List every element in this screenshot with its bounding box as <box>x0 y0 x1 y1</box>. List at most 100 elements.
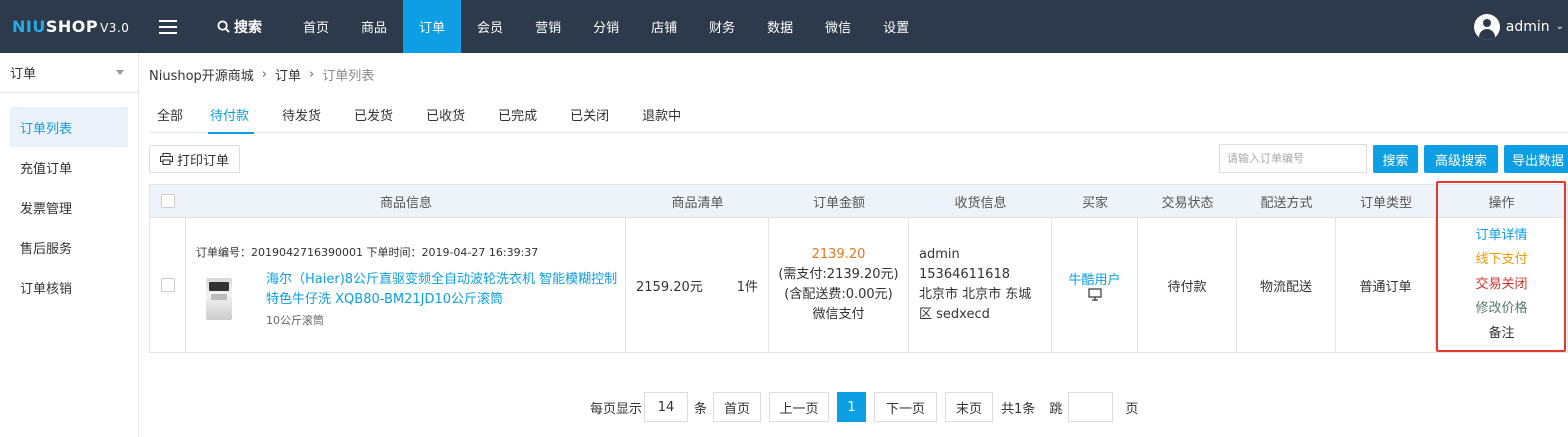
jump-page-input[interactable] <box>1068 392 1114 422</box>
sidebar-item-invoice[interactable]: 发票管理 <box>10 187 128 227</box>
header-checkbox-cell <box>150 185 186 218</box>
order-amount-cell: 2139.20 (需支付:2139.20元) (含配送费:0.00元) 微信支付 <box>769 218 909 352</box>
top-navbar: NIU SHOP V3.0 搜索 首页 商品 订单 会员 营销 分销 店铺 财务 数… <box>0 0 1568 53</box>
breadcrumb-current: 订单列表 <box>322 68 375 84</box>
header-goods-list: 商品清单 <box>671 195 724 211</box>
sidebar-header[interactable]: 订单 <box>0 53 138 93</box>
buyer-cell: 牛酷用户 <box>1052 218 1138 352</box>
logo[interactable]: NIU SHOP V3.0 <box>0 0 139 53</box>
delivery-method-cell: 物流配送 <box>1237 218 1336 352</box>
shipping-info-cell: admin 15364611618 北京市 北京市 东城 区 sedxecd <box>909 218 1052 352</box>
breadcrumb: Niushop开源商城 › 订单 › 订单列表 <box>149 53 1568 95</box>
nav-members[interactable]: 会员 <box>461 0 519 53</box>
sidebar-header-label: 订单 <box>10 67 37 82</box>
sidebar-item-order-list[interactable]: 订单列表 <box>10 107 128 147</box>
breadcrumb-shop[interactable]: Niushop开源商城 <box>149 65 254 84</box>
nav-distribution[interactable]: 分销 <box>577 0 635 53</box>
sidebar: 订单 订单列表 充值订单 发票管理 售后服务 订单核销 <box>0 53 139 437</box>
nav-wechat[interactable]: 微信 <box>809 0 867 53</box>
row-checkbox[interactable] <box>160 278 175 292</box>
logo-text-shop: SHOP <box>45 17 99 36</box>
goods-name-link[interactable]: 海尔（Haier)8公斤直驱变频全自动波轮洗衣机 智能模糊控制 特色牛仔洗 XQ… <box>266 270 621 310</box>
nav-data[interactable]: 数据 <box>751 0 809 53</box>
logo-version: V3.0 <box>100 21 130 35</box>
ship-name: admin <box>919 247 960 262</box>
print-orders-label: 打印订单 <box>177 153 230 169</box>
nav-settings[interactable]: 设置 <box>867 0 925 53</box>
print-orders-button[interactable]: 打印订单 <box>149 145 241 173</box>
top-search-button[interactable]: 搜索 <box>197 0 287 53</box>
header-goods-info: 商品信息 <box>379 195 432 211</box>
nav-goods[interactable]: 商品 <box>345 0 403 53</box>
header-trade-status: 交易状态 <box>1161 195 1214 211</box>
header-order-amount: 订单金额 <box>812 195 865 211</box>
nav-finance[interactable]: 财务 <box>693 0 751 53</box>
order-amount: 2139.20 <box>811 247 866 262</box>
per-page-label: 每页显示 <box>590 401 643 417</box>
chevron-down-icon: ⌄ <box>1555 21 1564 32</box>
first-page-button[interactable]: 首页 <box>713 392 762 422</box>
buyer-name-link[interactable]: 牛酷用户 <box>1068 269 1120 288</box>
header-buyer: 买家 <box>1081 195 1108 211</box>
next-page-button[interactable]: 下一页 <box>874 392 938 422</box>
page-1-button[interactable]: 1 <box>837 392 867 422</box>
main-content: Niushop开源商城 › 订单 › 订单列表 全部 待付款 待发货 已发货 已… <box>149 53 1568 353</box>
printer-icon <box>160 153 173 165</box>
goods-row: 海尔（Haier)8公斤直驱变频全自动波轮洗衣机 智能模糊控制 特色牛仔洗 XQ… <box>196 270 621 328</box>
order-number-input[interactable] <box>1219 144 1367 173</box>
pc-monitor-icon <box>1087 288 1102 301</box>
unit-price: 2159.20元 <box>636 279 703 295</box>
ship-phone: 15364611618 <box>919 267 1010 282</box>
header-delivery-method: 配送方式 <box>1260 195 1313 211</box>
tab-shipped[interactable]: 已发货 <box>346 95 404 133</box>
nav-store[interactable]: 店铺 <box>635 0 693 53</box>
select-all-checkbox[interactable] <box>161 194 175 208</box>
goods-thumbnail[interactable] <box>196 276 244 324</box>
top-nav-menu: 首页 商品 订单 会员 营销 分销 店铺 财务 数据 微信 设置 <box>287 0 925 53</box>
sidebar-item-after-sales[interactable]: 售后服务 <box>10 227 128 267</box>
tab-closed[interactable]: 已关闭 <box>562 95 620 133</box>
payment-method: 微信支付 <box>812 307 865 322</box>
top-search-label: 搜索 <box>234 19 262 36</box>
orders-table: 商品信息 商品清单 订单金额 收货信息 买家 交易状态 配送方式 订单类型 操作… <box>149 184 1568 353</box>
menu-toggle-icon[interactable] <box>139 0 197 53</box>
nav-marketing[interactable]: 营销 <box>519 0 577 53</box>
nav-home[interactable]: 首页 <box>287 0 345 53</box>
logo-text-niu: NIU <box>12 17 46 36</box>
jump-label: 跳 <box>1049 401 1063 417</box>
advanced-search-button[interactable]: 高级搜索 <box>1424 145 1498 173</box>
amount-shipping-fee: (含配送费:0.00元) <box>784 287 893 302</box>
breadcrumb-orders[interactable]: 订单 <box>275 65 301 84</box>
table-header: 商品信息 商品清单 订单金额 收货信息 买家 交易状态 配送方式 订单类型 操作 <box>150 185 1567 218</box>
tab-pending-shipment[interactable]: 待发货 <box>274 95 332 133</box>
order-meta: 订单编号：2019042716390001 下单时间：2019-04-27 16… <box>196 246 539 259</box>
sidebar-item-order-verify[interactable]: 订单核销 <box>10 267 128 307</box>
page-label: 页 <box>1125 401 1139 417</box>
annotation-highlight-box <box>1436 181 1566 352</box>
ship-address-line2: 区 sedxecd <box>919 307 990 322</box>
tab-received[interactable]: 已收货 <box>418 95 476 133</box>
sidebar-item-recharge-orders[interactable]: 充值订单 <box>10 147 128 187</box>
tab-all[interactable]: 全部 <box>149 95 194 133</box>
per-page-input[interactable]: 14 <box>644 392 689 422</box>
table-row: 订单编号：2019042716390001 下单时间：2019-04-27 16… <box>150 218 1567 352</box>
header-order-type: 订单类型 <box>1359 195 1412 211</box>
nav-orders[interactable]: 订单 <box>403 0 462 53</box>
user-menu[interactable]: admin ⌄ <box>1473 0 1568 53</box>
search-button[interactable]: 搜索 <box>1373 145 1418 173</box>
tab-pending-payment[interactable]: 待付款 <box>202 95 260 134</box>
last-page-button[interactable]: 末页 <box>945 392 994 422</box>
per-page-unit: 条 <box>694 401 708 417</box>
trade-status-cell: 待付款 <box>1138 218 1237 352</box>
pagination: 每页显示 14 条 首页 上一页 1 下一页 末页 共1条 跳 页 <box>590 392 1138 422</box>
goods-list-cell: 2159.20元 1件 <box>626 218 769 352</box>
export-data-button[interactable]: 导出数据 <box>1504 145 1568 173</box>
breadcrumb-separator-icon: › <box>309 66 315 82</box>
tab-refunding[interactable]: 退款中 <box>634 95 692 133</box>
tab-completed[interactable]: 已完成 <box>490 95 548 133</box>
prev-page-button[interactable]: 上一页 <box>769 392 830 422</box>
avatar-icon <box>1473 13 1500 40</box>
toolbar: 打印订单 搜索 高级搜索 导出数据 <box>149 144 1568 176</box>
header-shipping-info: 收货信息 <box>954 195 1007 211</box>
washing-machine-image <box>206 278 232 320</box>
